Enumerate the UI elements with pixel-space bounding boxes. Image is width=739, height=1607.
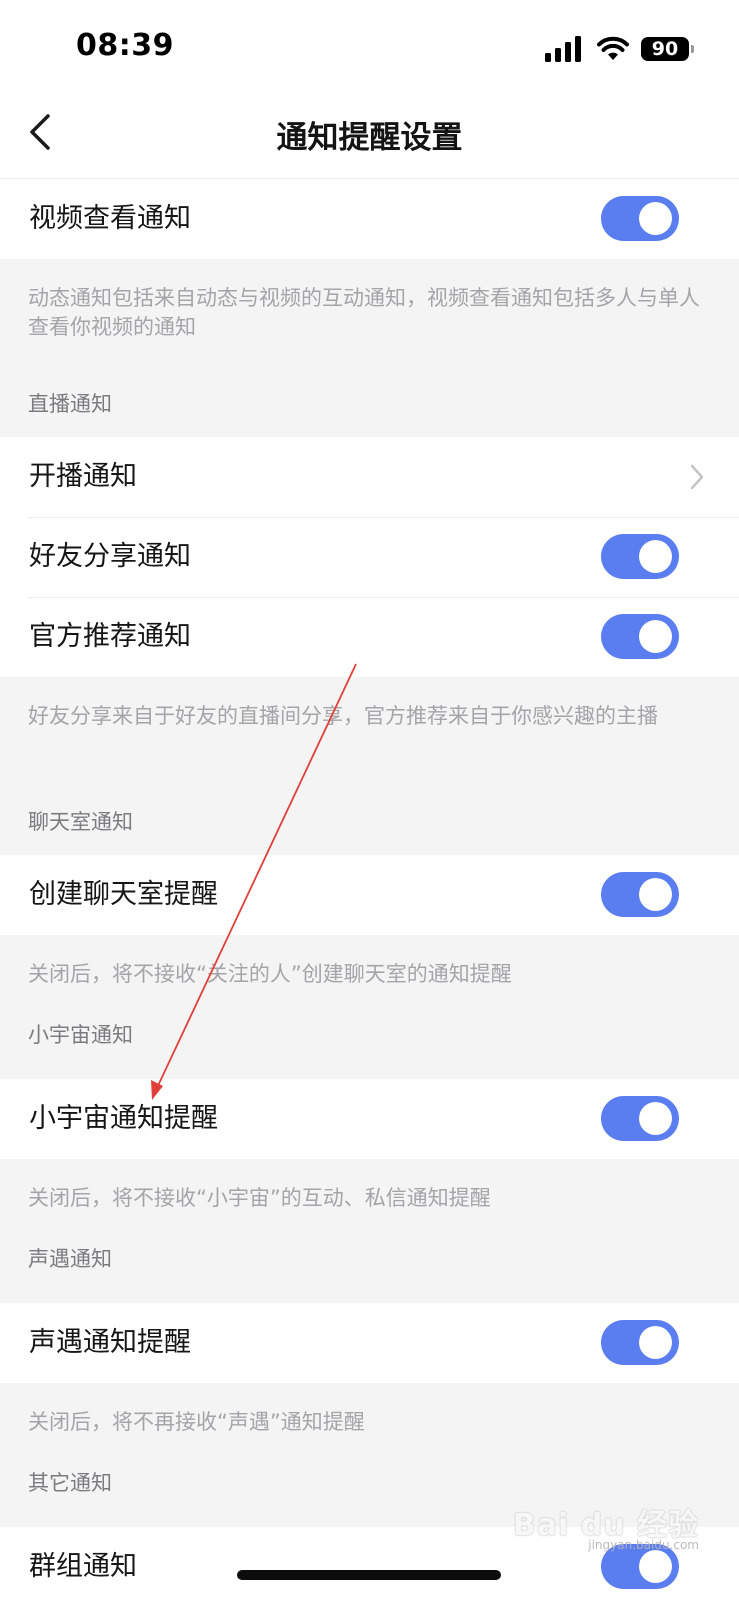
home-indicator[interactable] [237,1570,501,1580]
setting-label: 创建聊天室提醒 [29,879,218,910]
voice-meet-notice-description: 关闭后，将不再接收“声遇”通知提醒 [28,1410,365,1434]
create-chatroom-toggle[interactable] [601,872,679,917]
toggle-knob [639,878,672,911]
friend-share-toggle[interactable] [601,534,679,579]
universe-toggle[interactable] [601,1096,679,1141]
status-icons: 90 [545,34,694,64]
setting-row-live-start[interactable]: 开播通知 [0,437,739,517]
setting-label: 小宇宙通知提醒 [29,1103,218,1134]
setting-label: 声遇通知提醒 [29,1327,191,1358]
toggle-knob [639,202,672,235]
official-recommend-toggle[interactable] [601,614,679,659]
toggle-knob [639,1550,672,1583]
setting-label: 群组通知 [29,1551,137,1582]
setting-label: 好友分享通知 [29,541,191,572]
settings-list: 视频查看通知 动态通知包括来自动态与视频的互动通知，视频查看通知包括多人与单人查… [0,179,739,1607]
live-notice-description: 好友分享来自于好友的直播间分享，官方推荐来自于你感兴趣的主播 [28,704,658,728]
section-header-chatroom: 聊天室通知 [28,810,133,834]
setting-row-create-chatroom: 创建聊天室提醒 [0,855,739,935]
setting-row-voice-meet: 声遇通知提醒 [0,1303,739,1383]
setting-label: 视频查看通知 [29,203,191,234]
nav-bar: 通知提醒设置 [0,96,739,179]
chatroom-notice-description: 关闭后，将不接收“关注的人”创建聊天室的通知提醒 [28,962,512,986]
voice-meet-toggle[interactable] [601,1320,679,1365]
chevron-right-icon [690,464,704,490]
cellular-signal-icon [545,36,581,62]
baidu-watermark-url: jingyan.baidu.com [588,1538,699,1552]
wifi-icon [597,36,629,60]
battery-icon: 90 [641,37,694,61]
toggle-knob [639,620,672,653]
setting-row-video-view: 视频查看通知 [0,179,739,259]
section-header-voice-meet: 声遇通知 [28,1247,112,1271]
toggle-knob [639,1326,672,1359]
dynamic-notice-description: 动态通知包括来自动态与视频的互动通知，视频查看通知包括多人与单人查看你视频的通知 [28,286,700,339]
setting-row-official-recommend: 官方推荐通知 [0,597,739,677]
toggle-knob [639,540,672,573]
status-time: 08:39 [76,28,174,63]
setting-row-universe: 小宇宙通知提醒 [0,1079,739,1159]
video-view-toggle[interactable] [601,196,679,241]
status-bar: 08:39 90 [0,0,739,96]
page-title: 通知提醒设置 [276,120,463,156]
section-header-universe: 小宇宙通知 [28,1023,133,1047]
setting-label: 开播通知 [29,461,137,492]
toggle-knob [639,1102,672,1135]
setting-label: 官方推荐通知 [29,621,191,652]
setting-row-friend-share: 好友分享通知 [0,517,739,597]
universe-notice-description: 关闭后，将不接收“小宇宙”的互动、私信通知提醒 [28,1186,491,1210]
section-header-live: 直播通知 [28,392,112,416]
